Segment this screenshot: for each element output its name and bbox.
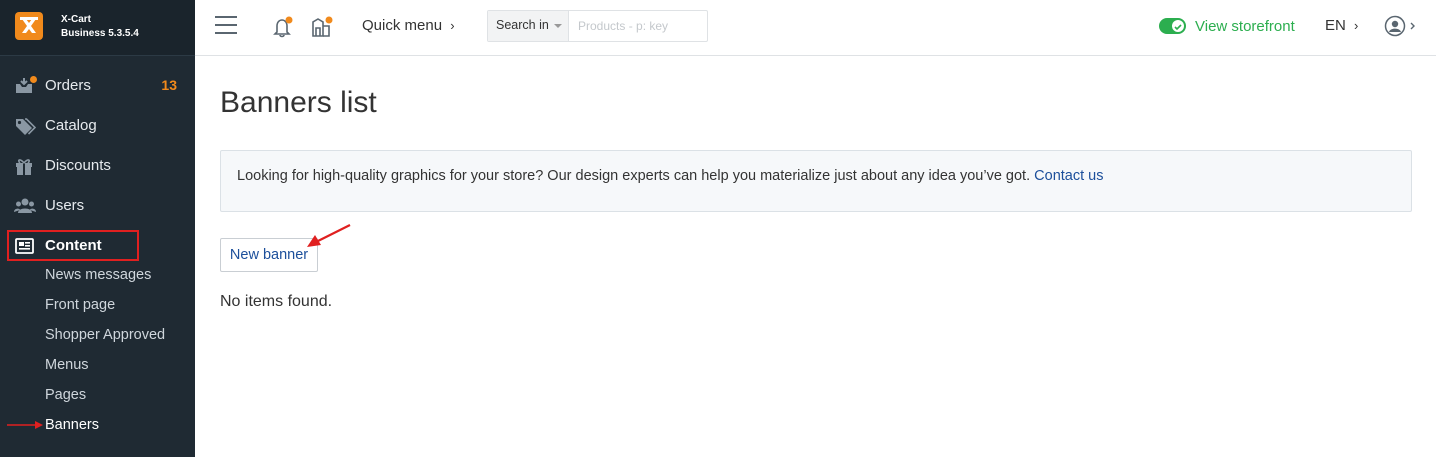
user-avatar-icon	[1384, 15, 1415, 37]
search-box: Search in	[487, 10, 708, 42]
sidebar-item-discounts[interactable]: Discounts	[0, 146, 195, 186]
sidebar-item-label: Catalog	[45, 117, 97, 134]
search-input[interactable]	[570, 11, 707, 41]
users-icon	[14, 196, 36, 216]
brand-header: X-Cart Business 5.3.5.4	[0, 0, 195, 56]
sidebar-subitem-pages[interactable]: Pages	[45, 387, 86, 403]
brand-text: X-Cart Business 5.3.5.4	[61, 13, 139, 41]
notification-dot	[30, 76, 37, 83]
sidebar-item-catalog[interactable]: Catalog	[0, 106, 195, 146]
info-text: Looking for high-quality graphics for yo…	[237, 168, 1103, 184]
top-header: Quick menu › Search in View storefront E…	[195, 0, 1436, 56]
sidebar-item-orders[interactable]: Orders 13	[0, 66, 195, 106]
info-banner: Looking for high-quality graphics for yo…	[220, 150, 1412, 212]
quick-menu-button[interactable]: Quick menu ›	[362, 17, 455, 34]
sidebar-subitem-front-page[interactable]: Front page	[45, 297, 115, 313]
chevron-right-icon: ›	[450, 18, 455, 33]
storefront-toggle[interactable]	[1159, 18, 1186, 34]
tags-icon	[14, 116, 37, 136]
xcart-logo-icon[interactable]	[15, 12, 43, 40]
info-message: Looking for high-quality graphics for yo…	[237, 168, 1031, 184]
annotation-arrow-banners	[7, 421, 43, 429]
view-storefront-link[interactable]: View storefront	[1195, 18, 1295, 35]
brand-name: X-Cart	[61, 14, 92, 25]
sidebar-subitem-menus[interactable]: Menus	[45, 357, 89, 373]
sidebar-item-label: Users	[45, 197, 85, 214]
search-in-label: Search in	[496, 18, 549, 32]
newspaper-icon	[14, 236, 36, 256]
gift-icon	[14, 156, 36, 176]
quick-menu-label: Quick menu	[362, 17, 443, 34]
check-icon	[1174, 24, 1182, 31]
search-in-dropdown[interactable]: Search in	[488, 11, 569, 41]
contact-us-link[interactable]: Contact us	[1034, 168, 1103, 184]
sidebar-item-label: Content	[45, 237, 102, 254]
hamburger-menu-icon[interactable]	[215, 16, 237, 36]
annotation-arrow-new-banner	[307, 224, 351, 247]
sidebar-subitem-shopper-approved[interactable]: Shopper Approved	[45, 327, 165, 343]
language-label: EN	[1325, 17, 1346, 34]
language-selector[interactable]: EN ›	[1325, 17, 1358, 34]
page-title: Banners list	[220, 86, 377, 119]
toggle-knob	[1172, 20, 1184, 32]
sidebar-item-content[interactable]: Content	[0, 226, 195, 266]
sidebar-item-label: Discounts	[45, 157, 111, 174]
user-menu[interactable]	[1384, 15, 1415, 37]
sidebar-subitem-news-messages[interactable]: News messages	[45, 267, 151, 283]
sidebar-item-label: Orders	[45, 77, 91, 94]
orders-icon	[14, 76, 37, 96]
empty-state-text: No items found.	[220, 293, 333, 310]
bell-icon[interactable]	[271, 15, 295, 39]
chevron-right-icon: ›	[1354, 18, 1359, 33]
orders-count-badge: 13	[161, 77, 177, 93]
sidebar-subitem-banners[interactable]: Banners	[45, 417, 99, 433]
brand-edition: Business 5.3.5.4	[61, 28, 139, 39]
caret-down-icon	[554, 24, 562, 28]
sidebar: X-Cart Business 5.3.5.4 Orders 13 Catalo…	[0, 0, 195, 457]
sidebar-item-users[interactable]: Users	[0, 186, 195, 226]
marketplace-icon[interactable]	[310, 15, 334, 39]
